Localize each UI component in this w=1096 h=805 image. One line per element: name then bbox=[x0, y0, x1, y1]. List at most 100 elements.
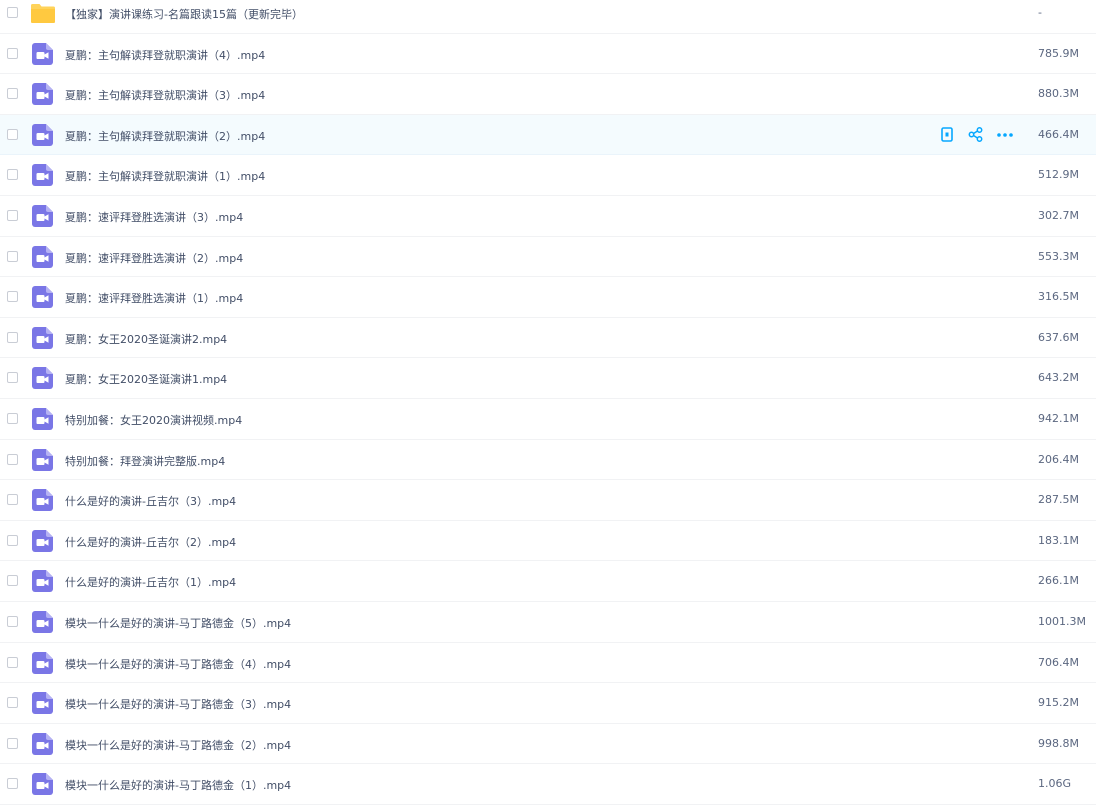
row-checkbox[interactable] bbox=[7, 412, 18, 424]
file-name[interactable]: 夏鹏：主句解读拜登就职演讲（3）.mp4 bbox=[65, 87, 265, 103]
file-name[interactable]: 什么是好的演讲-丘吉尔（1）.mp4 bbox=[65, 574, 236, 590]
row-checkbox[interactable] bbox=[7, 331, 18, 343]
file-name[interactable]: 夏鹏：速评拜登胜选演讲（3）.mp4 bbox=[65, 209, 243, 225]
video-file-icon bbox=[32, 123, 53, 146]
file-row[interactable]: 模块一什么是好的演讲-马丁路德金（2）.mp4 998.8M bbox=[0, 724, 1096, 765]
file-name[interactable]: 夏鹏：主句解读拜登就职演讲（1）.mp4 bbox=[65, 168, 265, 184]
file-row[interactable]: 夏鹏：主句解读拜登就职演讲（4）.mp4 785.9M bbox=[0, 34, 1096, 75]
video-file-icon bbox=[32, 773, 53, 796]
phone-icon[interactable] bbox=[938, 127, 955, 143]
file-size: 998.8M bbox=[1038, 736, 1079, 750]
file-size: 880.3M bbox=[1038, 87, 1079, 101]
file-name[interactable]: 模块一什么是好的演讲-马丁路德金（2）.mp4 bbox=[65, 737, 291, 753]
row-checkbox[interactable] bbox=[7, 615, 18, 627]
file-row[interactable]: 夏鹏：速评拜登胜选演讲（3）.mp4 302.7M bbox=[0, 196, 1096, 237]
file-row[interactable]: 夏鹏：主句解读拜登就职演讲（1）.mp4 512.9M bbox=[0, 155, 1096, 196]
file-size: 637.6M bbox=[1038, 330, 1079, 344]
video-file-icon bbox=[32, 489, 53, 512]
file-size: 915.2M bbox=[1038, 696, 1079, 710]
row-checkbox[interactable] bbox=[7, 7, 18, 18]
file-size: 206.4M bbox=[1038, 452, 1079, 466]
file-size: 287.5M bbox=[1038, 493, 1079, 507]
file-row[interactable]: 夏鹏：女王2020圣诞演讲2.mp4 637.6M bbox=[0, 318, 1096, 359]
file-name[interactable]: 模块一什么是好的演讲-马丁路德金（1）.mp4 bbox=[65, 777, 291, 793]
video-file-icon bbox=[32, 245, 53, 268]
folder-row[interactable]: 【独家】演讲课练习-名篇跟读15篇（更新完毕） - bbox=[0, 0, 1096, 34]
video-file-icon bbox=[32, 367, 53, 390]
file-name[interactable]: 什么是好的演讲-丘吉尔（2）.mp4 bbox=[65, 534, 236, 550]
row-checkbox[interactable] bbox=[7, 656, 18, 668]
video-file-icon bbox=[32, 570, 53, 593]
file-name[interactable]: 夏鹏：女王2020圣诞演讲2.mp4 bbox=[65, 331, 227, 347]
row-checkbox[interactable] bbox=[7, 88, 18, 100]
video-file-icon bbox=[32, 692, 53, 715]
file-size: 553.3M bbox=[1038, 249, 1079, 263]
file-size: 1001.3M bbox=[1038, 614, 1086, 628]
file-size: 266.1M bbox=[1038, 574, 1079, 588]
row-checkbox[interactable] bbox=[7, 534, 18, 546]
file-size: 942.1M bbox=[1038, 411, 1079, 425]
file-name[interactable]: 模块一什么是好的演讲-马丁路德金（3）.mp4 bbox=[65, 696, 291, 712]
file-name[interactable]: 模块一什么是好的演讲-马丁路德金（4）.mp4 bbox=[65, 656, 291, 672]
video-file-icon bbox=[32, 164, 53, 187]
file-size: 183.1M bbox=[1038, 533, 1079, 547]
file-row[interactable]: 模块一什么是好的演讲-马丁路德金（3）.mp4 915.2M bbox=[0, 683, 1096, 724]
video-file-icon bbox=[32, 204, 53, 227]
video-file-icon bbox=[32, 407, 53, 430]
file-row[interactable]: 夏鹏：速评拜登胜选演讲（1）.mp4 316.5M bbox=[0, 277, 1096, 318]
row-checkbox[interactable] bbox=[7, 209, 18, 221]
more-icon[interactable] bbox=[996, 127, 1013, 143]
row-checkbox[interactable] bbox=[7, 697, 18, 709]
file-row[interactable]: 什么是好的演讲-丘吉尔（2）.mp4 183.1M bbox=[0, 521, 1096, 562]
file-row[interactable]: 夏鹏：速评拜登胜选演讲（2）.mp4 553.3M bbox=[0, 237, 1096, 278]
file-row[interactable]: 什么是好的演讲-丘吉尔（1）.mp4 266.1M bbox=[0, 561, 1096, 602]
row-checkbox[interactable] bbox=[7, 169, 18, 181]
file-name[interactable]: 特别加餐：拜登演讲完整版.mp4 bbox=[65, 453, 225, 469]
video-file-icon bbox=[32, 42, 53, 65]
file-row[interactable]: 夏鹏：主句解读拜登就职演讲（2）.mp4 466.4M bbox=[0, 114, 1096, 156]
video-file-icon bbox=[32, 83, 53, 106]
file-row[interactable]: 夏鹏：女王2020圣诞演讲1.mp4 643.2M bbox=[0, 358, 1096, 399]
file-row[interactable]: 模块一什么是好的演讲-马丁路德金（4）.mp4 706.4M bbox=[0, 643, 1096, 684]
file-size: 512.9M bbox=[1038, 168, 1079, 182]
video-file-icon bbox=[32, 610, 53, 633]
file-name[interactable]: 夏鹏：主句解读拜登就职演讲（2）.mp4 bbox=[65, 128, 265, 144]
video-file-icon bbox=[32, 326, 53, 349]
file-name[interactable]: 特别加餐：女王2020演讲视频.mp4 bbox=[65, 412, 242, 428]
file-name[interactable]: 夏鹏：速评拜登胜选演讲（1）.mp4 bbox=[65, 290, 243, 306]
file-name[interactable]: 夏鹏：速评拜登胜选演讲（2）.mp4 bbox=[65, 250, 243, 266]
share-icon[interactable] bbox=[967, 127, 984, 143]
file-name[interactable]: 模块一什么是好的演讲-马丁路德金（5）.mp4 bbox=[65, 615, 291, 631]
row-checkbox[interactable] bbox=[7, 291, 18, 303]
row-checkbox[interactable] bbox=[7, 250, 18, 262]
row-actions bbox=[938, 127, 1013, 143]
file-size: 706.4M bbox=[1038, 655, 1079, 669]
row-checkbox[interactable] bbox=[7, 494, 18, 506]
file-size: - bbox=[1038, 6, 1042, 19]
file-row[interactable]: 什么是好的演讲-丘吉尔（3）.mp4 287.5M bbox=[0, 480, 1096, 521]
file-name[interactable]: 【独家】演讲课练习-名篇跟读15篇（更新完毕） bbox=[65, 6, 303, 22]
file-list: 【独家】演讲课练习-名篇跟读15篇（更新完毕） - 夏鹏：主句解读拜登就职演讲（4）… bbox=[0, 0, 1096, 805]
row-checkbox[interactable] bbox=[7, 128, 18, 140]
file-name[interactable]: 夏鹏：主句解读拜登就职演讲（4）.mp4 bbox=[65, 47, 265, 63]
file-size: 785.9M bbox=[1038, 46, 1079, 60]
file-row[interactable]: 夏鹏：主句解读拜登就职演讲（3）.mp4 880.3M bbox=[0, 74, 1096, 115]
row-checkbox[interactable] bbox=[7, 372, 18, 384]
file-size: 1.06G bbox=[1038, 777, 1072, 791]
file-name[interactable]: 什么是好的演讲-丘吉尔（3）.mp4 bbox=[65, 493, 236, 509]
file-name[interactable]: 夏鹏：女王2020圣诞演讲1.mp4 bbox=[65, 371, 227, 387]
row-checkbox[interactable] bbox=[7, 778, 18, 790]
video-file-icon bbox=[32, 286, 53, 309]
video-file-icon bbox=[32, 448, 53, 471]
file-row[interactable]: 特别加餐：女王2020演讲视频.mp4 942.1M bbox=[0, 399, 1096, 440]
row-checkbox[interactable] bbox=[7, 737, 18, 749]
row-checkbox[interactable] bbox=[7, 453, 18, 465]
file-row[interactable]: 模块一什么是好的演讲-马丁路德金（1）.mp4 1.06G bbox=[0, 764, 1096, 805]
folder-icon bbox=[31, 4, 55, 23]
file-size: 466.4M bbox=[1038, 127, 1079, 141]
row-checkbox[interactable] bbox=[7, 575, 18, 587]
video-file-icon bbox=[32, 732, 53, 755]
file-row[interactable]: 模块一什么是好的演讲-马丁路德金（5）.mp4 1001.3M bbox=[0, 602, 1096, 643]
file-row[interactable]: 特别加餐：拜登演讲完整版.mp4 206.4M bbox=[0, 440, 1096, 481]
row-checkbox[interactable] bbox=[7, 47, 18, 59]
